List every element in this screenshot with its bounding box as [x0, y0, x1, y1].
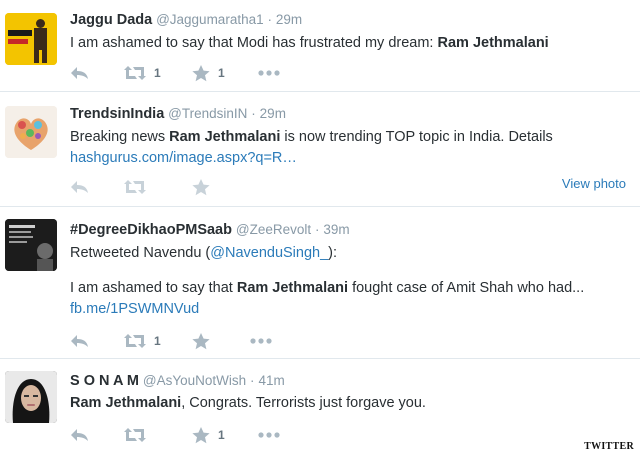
tweet-author-handle[interactable]: @Jaggumaratha1 [156, 12, 264, 27]
tweet-link[interactable]: hashgurus.com/image.aspx?q=R… [70, 150, 297, 166]
tweet-text-part: is now trending TOP topic in India. Deta… [280, 129, 553, 145]
tweet-text-part: I am ashamed to say that Modi has frustr… [70, 35, 438, 51]
separator: · [251, 106, 256, 121]
separator: · [250, 373, 255, 388]
avatar[interactable] [5, 219, 57, 271]
separator: · [267, 12, 273, 27]
tweet-timestamp[interactable]: 41m [258, 373, 284, 388]
more-dots-icon[interactable] [258, 70, 280, 76]
more-dots-icon[interactable] [250, 338, 272, 344]
tweet-text: Ram Jethmalani, Congrats. Terrorists jus… [70, 393, 630, 414]
reply-icon[interactable] [70, 66, 124, 80]
view-photo-link[interactable]: View photo [562, 176, 626, 191]
tweet-item[interactable]: S O N A M @AsYouNotWish · 41m Ram Jethma… [0, 359, 640, 455]
favorite-star-icon[interactable] [192, 426, 210, 444]
retweet-icon[interactable] [124, 66, 146, 80]
tweet-item[interactable]: TrendsinIndia @TrendsinIN · 29m Breaking… [0, 92, 640, 207]
tweet-author-name[interactable]: Jaggu Dada [70, 12, 152, 28]
tweet-text: I am ashamed to say that Modi has frustr… [70, 33, 630, 54]
tweet-author-name[interactable]: S O N A M [70, 373, 139, 389]
tweet-timestamp[interactable]: 39m [323, 222, 349, 237]
favorite-count: 1 [218, 428, 225, 442]
image-credit: TWITTER [584, 441, 634, 452]
tweet-item[interactable]: Jaggu Dada @Jaggumaratha1 · 29m I am ash… [0, 0, 640, 92]
tweet-text-highlight: Ram Jethmalani [70, 395, 182, 411]
tweet-text: Breaking news Ram Jethmalani is now tren… [70, 127, 630, 169]
separator: · [315, 222, 320, 237]
tweet-author-handle[interactable]: @AsYouNotWish [143, 373, 246, 388]
tweet-text-highlight: Ram Jethmalani [236, 280, 349, 296]
tweet-timestamp[interactable]: 29m [276, 12, 302, 27]
favorite-star-icon[interactable] [192, 64, 210, 82]
avatar[interactable] [5, 371, 57, 423]
retweet-icon[interactable] [124, 334, 146, 348]
tweet-timestamp[interactable]: 29m [260, 106, 286, 121]
favorite-count: 1 [218, 66, 225, 80]
tweet-item[interactable]: #DegreeDikhaoPMSaab @ZeeRevolt · 39m Ret… [0, 207, 640, 359]
retweeted-suffix: ): [328, 245, 338, 261]
retweeted-prefix: Retweeted Navendu ( [70, 245, 211, 261]
avatar[interactable] [5, 13, 57, 65]
retweet-icon[interactable] [124, 428, 192, 442]
tweet-text-highlight: Ram Jethmalani [169, 129, 281, 145]
tweet-link[interactable]: fb.me/1PSWMNVud [70, 301, 199, 317]
favorite-star-icon[interactable] [192, 332, 250, 350]
tweet-text-part: Breaking news [70, 129, 170, 145]
retweet-count: 1 [154, 66, 161, 80]
tweet-text-part: I am ashamed to say that [70, 280, 237, 296]
favorite-star-icon[interactable] [192, 178, 210, 196]
tweet-author-handle[interactable]: @ZeeRevolt [236, 222, 311, 237]
retweet-count: 1 [154, 334, 161, 348]
tweet-author-name[interactable]: #DegreeDikhaoPMSaab [70, 222, 232, 238]
retweeted-handle-link[interactable]: @NavenduSingh_ [210, 245, 328, 261]
tweet-text-part: , Congrats. Terrorists just forgave you. [181, 395, 426, 411]
retweet-icon[interactable] [124, 180, 192, 194]
reply-icon[interactable] [70, 180, 124, 194]
reply-icon[interactable] [70, 428, 124, 442]
tweet-text-highlight: Ram Jethmalani [437, 35, 549, 51]
tweet-author-handle[interactable]: @TrendsinIN [168, 106, 247, 121]
retweeted-line: Retweeted Navendu (@NavenduSingh_): [70, 243, 630, 264]
avatar[interactable] [5, 106, 57, 158]
tweet-text: I am ashamed to say that Ram Jethmalani … [70, 278, 630, 320]
reply-icon[interactable] [70, 334, 124, 348]
tweet-text-part: fought case of Amit Shah who had... [348, 280, 585, 296]
more-dots-icon[interactable] [258, 432, 280, 438]
tweet-author-name[interactable]: TrendsinIndia [70, 106, 164, 122]
